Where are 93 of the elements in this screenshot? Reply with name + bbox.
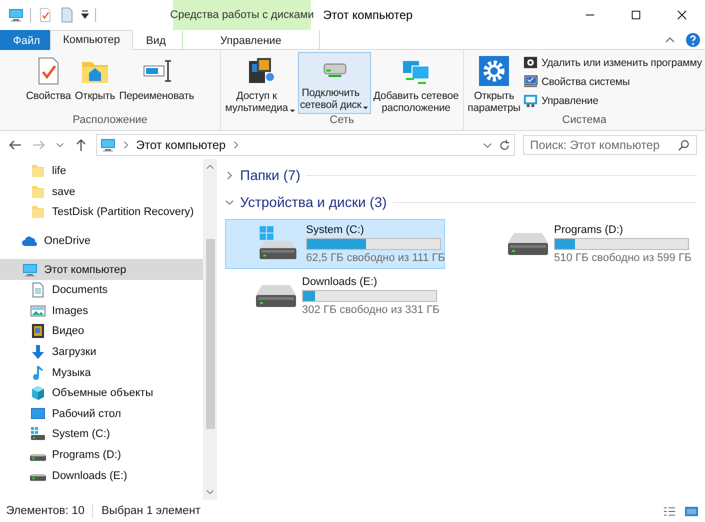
picture-icon: [30, 302, 46, 319]
back-icon[interactable]: [8, 138, 22, 152]
chevron-down-icon[interactable]: [56, 141, 64, 149]
close-icon: [677, 10, 687, 20]
chevron-down-icon[interactable]: [206, 488, 214, 496]
search-icon: [678, 139, 690, 151]
music-note-icon: [30, 364, 46, 381]
nav-item[interactable]: Documents: [0, 280, 204, 301]
chevron-up-icon[interactable]: [206, 163, 214, 171]
cube-icon: [30, 385, 46, 402]
ribbon-button[interactable]: Добавить сетевое расположение: [371, 52, 461, 114]
down-arrow-icon: [30, 344, 46, 360]
drive-tile[interactable]: System (C:) 62,5 ГБ свободно из 111 ГБ: [225, 219, 445, 269]
free-space: 510 ГБ свободно из 599 ГБ: [554, 252, 692, 264]
item-count: Элементов: 10: [6, 505, 84, 517]
film-icon: [30, 323, 46, 340]
details-view-icon[interactable]: [663, 504, 676, 518]
nav-item[interactable]: Объемные объекты: [0, 382, 204, 404]
group-header[interactable]: Устройства и диски (3): [225, 194, 387, 210]
windows-drive-icon: [30, 426, 46, 442]
ribbon-button[interactable]: Подключить сетевой диск: [298, 52, 372, 114]
tool-group-label: Средства работы с дисками: [173, 0, 311, 30]
folder-icon: [30, 204, 46, 220]
chevron-icon: [232, 141, 240, 149]
computer-icon[interactable]: [8, 7, 24, 23]
ribbon-group-label: Система: [561, 114, 608, 128]
computer-icon: [22, 262, 38, 278]
ribbon-tab[interactable]: Файл: [0, 30, 50, 50]
desktop-icon: [30, 406, 46, 422]
ribbon-group-label: Расположение: [72, 114, 148, 128]
drive-name: System (C:): [306, 224, 366, 236]
ribbon-button[interactable]: Открыть: [72, 52, 118, 114]
folder-icon: [30, 184, 46, 200]
group-header[interactable]: Папки (7): [225, 167, 300, 183]
nav-item[interactable]: Видео: [0, 321, 204, 342]
selection-count: Выбран 1 элемент: [101, 505, 201, 517]
ribbon-button[interactable]: Переименовать: [117, 52, 196, 114]
network-drive-icon: [322, 62, 347, 76]
folder-icon: [30, 163, 46, 180]
nav-item[interactable]: Рабочий стол: [0, 404, 204, 424]
nav-item[interactable]: System (C:): [0, 424, 204, 445]
maximize-icon: [631, 10, 641, 20]
search-field[interactable]: Поиск: Этот компьютер: [523, 135, 697, 155]
nav-item[interactable]: OneDrive: [0, 230, 204, 252]
ribbon-small-button[interactable]: Управление: [522, 92, 703, 109]
ribbon-button[interactable]: Свойства: [24, 52, 73, 114]
help-icon[interactable]: [685, 32, 701, 48]
free-space: 62,5 ГБ свободно из 111 ГБ: [306, 252, 446, 264]
checklist-icon[interactable]: [37, 7, 53, 23]
drive-icon: [508, 233, 548, 255]
nav-item[interactable]: Programs (D:): [0, 444, 204, 466]
disc-box-icon: [523, 55, 538, 70]
address-bar[interactable]: Этот компьютер: [96, 134, 515, 156]
drive-tile[interactable]: Programs (D:) 510 ГБ свободно из 599 ГБ: [477, 219, 697, 269]
chevron-down-icon[interactable]: [483, 140, 492, 150]
computer-manage-icon: [523, 93, 538, 108]
ribbon-tab[interactable]: Вид: [132, 30, 179, 50]
nav-item[interactable]: Музыка: [0, 362, 204, 383]
chevron-icon: [225, 170, 234, 180]
drive-icon: [256, 285, 296, 307]
settings-icon: [478, 55, 510, 87]
monitor-check-icon: [523, 74, 538, 89]
breadcrumb[interactable]: Этот компьютер: [136, 138, 226, 152]
drive-icon: [30, 474, 46, 482]
scrollbar[interactable]: [203, 159, 217, 500]
dropdown-icon[interactable]: [81, 10, 89, 20]
drive-icon: [30, 454, 46, 461]
up-icon[interactable]: [74, 138, 88, 152]
large-icons-view-icon[interactable]: [684, 504, 699, 518]
nav-item[interactable]: Загрузки: [0, 342, 204, 362]
ribbon-button[interactable]: Открыть параметры: [466, 52, 522, 114]
nav-item[interactable]: Downloads (E:): [0, 465, 204, 486]
nav-item[interactable]: Images: [0, 300, 204, 322]
chevron-up-icon[interactable]: [665, 34, 675, 44]
ribbon-small-button[interactable]: Удалить или изменить программу: [522, 54, 703, 71]
window-title: Этот компьютер: [322, 7, 414, 24]
nav-item[interactable]: Этот компьютер: [0, 259, 204, 280]
refresh-icon[interactable]: [498, 138, 511, 152]
drive-tile[interactable]: Downloads (E:) 302 ГБ свободно из 331 ГБ: [225, 271, 445, 321]
nav-item[interactable]: TestDisk (Partition Recovery): [0, 202, 204, 223]
chevron-icon: [122, 141, 130, 149]
nav-item[interactable]: life: [0, 161, 204, 182]
ribbon-button[interactable]: Доступ к мультимедиа: [223, 52, 298, 114]
ribbon-group-label: Сеть: [328, 114, 356, 128]
computer-icon: [100, 137, 116, 153]
drive-name: Programs (D:): [554, 224, 624, 236]
ribbon-tab[interactable]: Компьютер: [50, 30, 133, 50]
nav-item[interactable]: save: [0, 182, 204, 202]
document-icon: [30, 282, 46, 298]
drive-name: Downloads (E:): [302, 276, 378, 288]
chevron-down-icon: [225, 198, 234, 206]
ribbon-small-button[interactable]: Свойства системы: [522, 73, 703, 90]
free-space: 302 ГБ свободно из 331 ГБ: [302, 304, 440, 316]
